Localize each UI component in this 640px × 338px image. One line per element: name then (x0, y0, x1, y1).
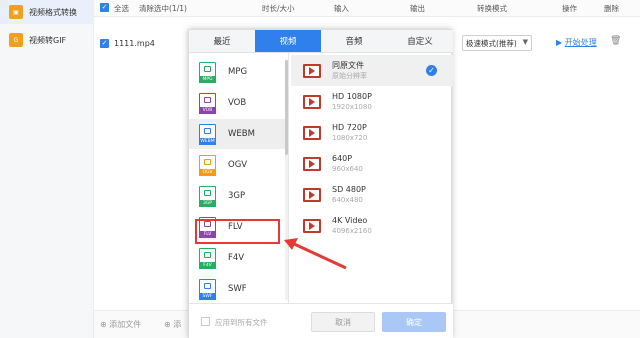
format-item-webm[interactable]: WEBM WEBM (189, 119, 288, 149)
video-file-icon (303, 125, 321, 140)
confirm-button[interactable]: 确定 (382, 312, 446, 332)
scroll-thumb[interactable] (285, 60, 288, 155)
add-file-label: 添加文件 (109, 320, 142, 329)
resolution-preset-list: 同原文件原始分辨率 ✓ HD 1080P 1920x1080 HD 720P 108… (291, 53, 453, 303)
check-icon: ✓ (426, 65, 437, 76)
format-item-swf[interactable]: SWF SWF (189, 274, 288, 303)
popup-footer: 应用到所有文件 取消 确定 (189, 303, 453, 338)
col-convert-mode: 转换模式 (477, 4, 507, 13)
preset-item-original[interactable]: 同原文件原始分辨率 ✓ (291, 55, 453, 86)
apply-all-label: 应用到所有文件 (215, 318, 268, 327)
tab-audio[interactable]: 音频 (321, 30, 387, 52)
preset-name: HD 1080P (332, 92, 372, 101)
gif-icon: G (9, 33, 23, 47)
format-label: VOB (228, 98, 247, 108)
select-all-label[interactable]: 全选 (114, 3, 129, 14)
ogv-file-icon: OGV (199, 154, 216, 176)
webm-file-icon: WEBM (199, 123, 216, 145)
chevron-down-icon: ▼ (522, 38, 528, 46)
video-convert-icon: ▣ (9, 5, 23, 19)
add-icon: ⊕ (100, 320, 110, 329)
preset-name: 同原文件 (332, 61, 364, 70)
format-item-3gp[interactable]: 3GP 3GP (189, 181, 288, 211)
file-checkbox[interactable]: ✓ (100, 39, 109, 48)
preset-name: 640P (332, 154, 353, 163)
vob-file-icon: VOB (199, 92, 216, 114)
preset-name: SD 480P (332, 185, 366, 194)
add-folder-icon: ⊕ (164, 320, 174, 329)
preset-item-640p[interactable]: 640P 960x640 (291, 148, 453, 179)
format-list: MPG MPG VOB VOB WEBM WEBM OGV OGV 3GP 3G… (189, 53, 289, 303)
cancel-button[interactable]: 取消 (311, 312, 375, 332)
preset-item-720p[interactable]: HD 720P 1080x720 (291, 117, 453, 148)
video-file-icon (303, 218, 321, 233)
preset-item-1080p[interactable]: HD 1080P 1920x1080 (291, 86, 453, 117)
sidebar-item-video-gif[interactable]: G 视频转GIF (0, 28, 94, 52)
video-file-icon (303, 63, 321, 78)
preset-resolution: 1080x720 (332, 134, 368, 142)
tab-recent[interactable]: 最近 (189, 30, 255, 52)
format-label: MPG (228, 67, 248, 77)
play-icon: ▶ (556, 38, 565, 47)
format-list-scrollbar[interactable] (285, 60, 288, 300)
col-action: 操作 (562, 4, 577, 13)
swf-file-icon: SWF (199, 278, 216, 300)
trash-icon[interactable]: 🗑 (610, 36, 621, 46)
tab-video[interactable]: 视频 (255, 30, 321, 52)
file-list-header: ✓ 全选 清除选中(1/1) 时长/大小 输入 输出 转换模式 操作 删除 (94, 0, 640, 17)
select-all-checkbox[interactable]: ✓ (100, 3, 109, 12)
tab-custom[interactable]: 自定义 (387, 30, 453, 52)
video-file-icon (303, 94, 321, 109)
preset-name: HD 720P (332, 123, 367, 132)
add-folder-label: 添 (173, 320, 182, 329)
file-name: 1111.mp4 (114, 39, 155, 48)
clear-selected-link[interactable]: 清除选中(1/1) (139, 3, 187, 14)
add-file-button[interactable]: ⊕ 添加文件 (100, 319, 141, 330)
video-file-icon (303, 156, 321, 171)
format-tabs: 最近 视频 音频 自定义 (189, 30, 453, 53)
format-label: OGV (228, 160, 248, 170)
format-item-mpg[interactable]: MPG MPG (189, 57, 288, 87)
format-item-ogv[interactable]: OGV OGV (189, 150, 288, 180)
preset-item-480p[interactable]: SD 480P 640x480 (291, 179, 453, 210)
preset-resolution: 4096x2160 (332, 227, 372, 235)
mpg-file-icon: MPG (199, 61, 216, 83)
preset-resolution: 640x480 (332, 196, 363, 204)
col-input: 输入 (334, 4, 349, 13)
sidebar: ▣ 视频格式转换 G 视频转GIF (0, 0, 94, 338)
format-item-vob[interactable]: VOB VOB (189, 88, 288, 118)
preset-item-4k[interactable]: 4K Video 4096x2160 (291, 210, 453, 241)
preset-resolution: 原始分辨率 (332, 72, 367, 80)
preset-resolution: 1920x1080 (332, 103, 372, 111)
convert-mode-select[interactable]: 极速模式(推荐) ▼ (462, 35, 532, 51)
format-picker-popup: 最近 视频 音频 自定义 MPG MPG VOB VOB WEBM WEBM O… (188, 29, 453, 338)
start-process-label: 开始处理 (564, 38, 597, 47)
add-folder-button[interactable]: ⊕ 添 (164, 319, 181, 330)
format-label: F4V (228, 253, 245, 263)
format-label: SWF (228, 284, 247, 294)
format-label: 3GP (228, 191, 246, 201)
col-output: 输出 (410, 4, 425, 13)
3gp-file-icon: 3GP (199, 185, 216, 207)
apply-all-checkbox[interactable] (201, 317, 210, 326)
preset-resolution: 960x640 (332, 165, 363, 173)
f4v-file-icon: F4V (199, 247, 216, 269)
sidebar-item-label: 视频格式转换 (29, 7, 77, 17)
preset-name: 4K Video (332, 216, 368, 225)
start-process-button[interactable]: ▶ 开始处理 (556, 37, 597, 48)
col-duration-size: 时长/大小 (262, 4, 295, 13)
video-file-icon (303, 187, 321, 202)
format-label: WEBM (228, 129, 255, 139)
format-item-f4v[interactable]: F4V F4V (189, 243, 288, 273)
sidebar-item-video-convert[interactable]: ▣ 视频格式转换 (0, 0, 94, 24)
flv-highlight-box (195, 219, 280, 244)
convert-mode-value: 极速模式(推荐) (466, 38, 517, 48)
sidebar-item-label: 视频转GIF (29, 35, 67, 45)
col-delete: 删除 (604, 4, 619, 13)
